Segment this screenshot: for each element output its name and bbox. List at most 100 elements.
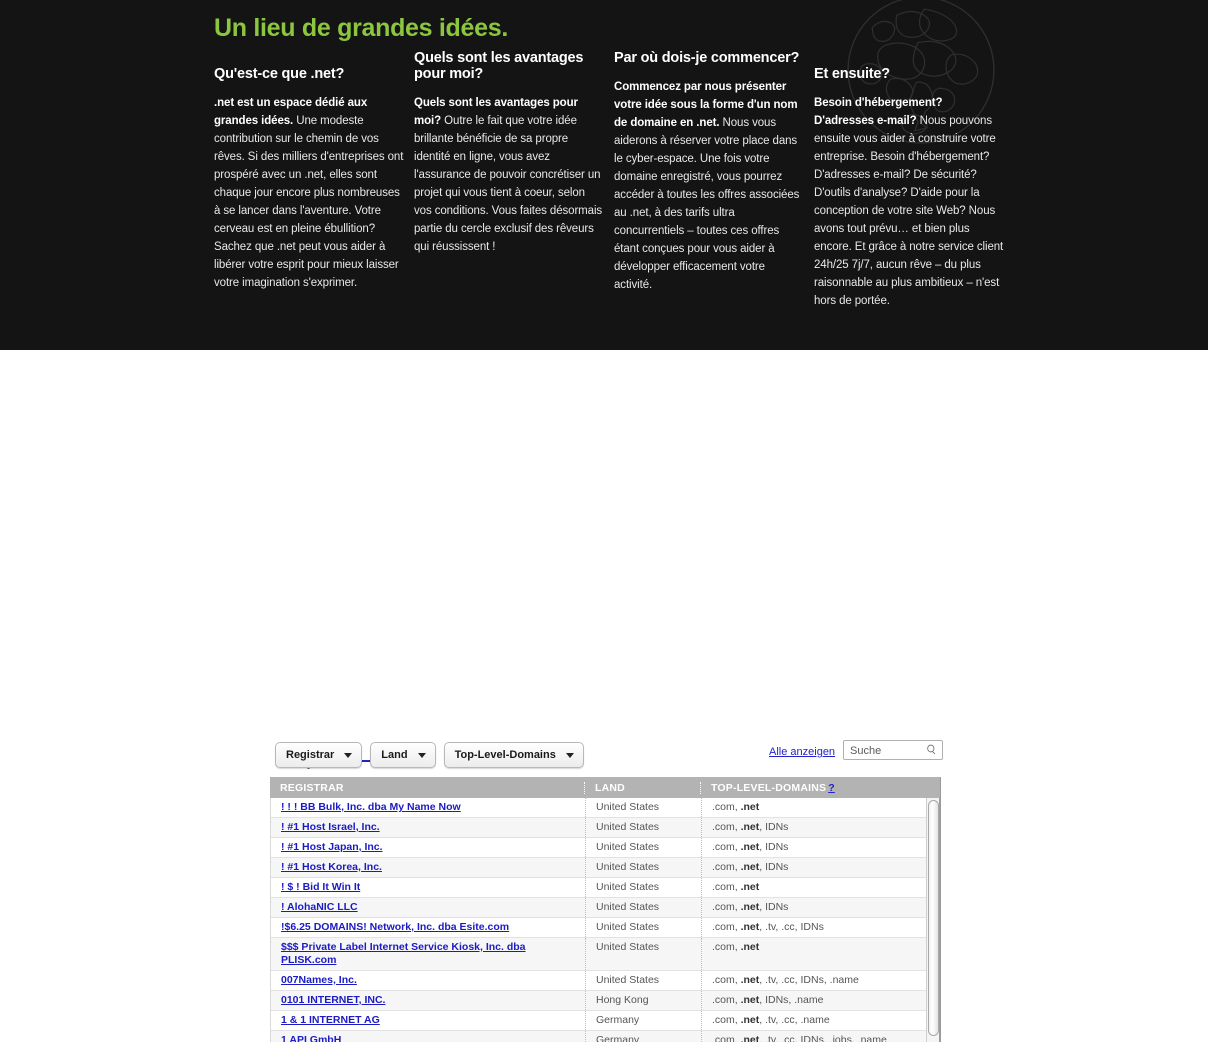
registrar-link[interactable]: ! $ ! Bid It Win It bbox=[281, 881, 360, 893]
column-header-registrar[interactable]: REGISTRAR bbox=[270, 782, 584, 794]
table-row: $$$ Private Label Internet Service Kiosk… bbox=[271, 938, 939, 971]
registrar-link[interactable]: 1 & 1 INTERNET AG bbox=[281, 1014, 380, 1026]
cell-registrar: ! AlohaNIC LLC bbox=[271, 898, 585, 917]
table-row: ! #1 Host Israel, Inc. United States .com,… bbox=[271, 818, 939, 838]
tld-pre: .com, bbox=[712, 1014, 741, 1026]
search-box[interactable] bbox=[843, 740, 943, 760]
registrar-link[interactable]: !$6.25 DOMAINS! Network, Inc. dba Esite.… bbox=[281, 921, 509, 933]
registrar-directory-panel: Drucken Registrar Land Top-Level-Domains… bbox=[0, 350, 1208, 1042]
cell-land: United States bbox=[585, 918, 701, 937]
registrar-link[interactable]: ! #1 Host Korea, Inc. bbox=[281, 861, 382, 873]
cell-tlds: .com, .net, .tv, .cc, .name bbox=[701, 1011, 927, 1030]
tld-net: .net bbox=[740, 821, 760, 833]
hero-title-wrap: Un lieu de grandes idées. bbox=[214, 0, 1014, 43]
scrollbar-thumb[interactable] bbox=[928, 800, 939, 1036]
hero-column-4-heading: Et ensuite? bbox=[814, 66, 890, 82]
hero-column-3-heading: Par où dois-je commencer? bbox=[614, 50, 800, 66]
hero-column-1-body: .net est un espace dédié aux grandes idé… bbox=[214, 94, 404, 292]
magnifier-icon bbox=[927, 744, 936, 755]
tld-net: .net bbox=[740, 994, 760, 1006]
cell-tlds: .com, .net bbox=[701, 878, 927, 897]
cell-tlds: .com, .net, IDNs, .name bbox=[701, 991, 927, 1010]
hero-column-3: Par où dois-je commencer? Commencez par … bbox=[614, 50, 804, 310]
hero-column-1: Qu'est-ce que .net? .net est un espace d… bbox=[214, 50, 404, 310]
hero-column-4: Et ensuite? Besoin d'hébergement? D'adre… bbox=[814, 50, 1004, 310]
cell-land: United States bbox=[585, 838, 701, 857]
cell-land: Germany bbox=[585, 1031, 701, 1042]
cell-land: United States bbox=[585, 878, 701, 897]
table-header-row: REGISTRAR LAND TOP-LEVEL-DOMAINS? bbox=[270, 777, 940, 798]
registrar-link[interactable]: ! #1 Host Japan, Inc. bbox=[281, 841, 383, 853]
cell-land: United States bbox=[585, 898, 701, 917]
tld-pre: .com, bbox=[712, 881, 741, 893]
cell-registrar: ! #1 Host Israel, Inc. bbox=[271, 818, 585, 837]
column-header-tlds-label: TOP-LEVEL-DOMAINS bbox=[711, 781, 827, 794]
filter-registrar-button[interactable]: Registrar bbox=[275, 742, 363, 768]
table-scrollbar[interactable] bbox=[926, 798, 940, 1042]
registrar-link[interactable]: 1 API GmbH bbox=[281, 1034, 341, 1042]
table-row: 007Names, Inc. United States .com, .net, .… bbox=[271, 971, 939, 991]
cell-registrar: 007Names, Inc. bbox=[271, 971, 585, 990]
filter-registrar-label: Registrar bbox=[286, 749, 335, 761]
filter-tlds-label: Top-Level-Domains bbox=[454, 749, 556, 761]
tld-net: .net bbox=[740, 881, 760, 893]
cell-registrar: !$6.25 DOMAINS! Network, Inc. dba Esite.… bbox=[271, 918, 585, 937]
tld-net: .net bbox=[740, 974, 760, 986]
tld-net: .net bbox=[740, 841, 760, 853]
cell-registrar: 1 & 1 INTERNET AG bbox=[271, 1011, 585, 1030]
page-title: Un lieu de grandes idées. bbox=[214, 14, 508, 42]
hero-column-2-text: Outre le fait que votre idée brillante b… bbox=[414, 115, 603, 253]
table-row: 1 API GmbH Germany .com, .net, .tv, .cc, I… bbox=[271, 1031, 939, 1042]
cell-tlds: .com, .net, IDNs bbox=[701, 818, 927, 837]
registrar-link[interactable]: 0101 INTERNET, INC. bbox=[281, 994, 385, 1006]
column-header-land[interactable]: LAND bbox=[584, 781, 700, 794]
search-input[interactable] bbox=[848, 742, 926, 759]
tld-pre: .com, bbox=[712, 974, 741, 986]
tld-pre: .com, bbox=[712, 821, 741, 833]
registrar-link[interactable]: ! AlohaNIC LLC bbox=[281, 901, 358, 913]
registrar-link[interactable]: 007Names, Inc. bbox=[281, 974, 357, 986]
table-row: ! #1 Host Japan, Inc. United States .com, … bbox=[271, 838, 939, 858]
hero-banner: Un lieu de grandes idées. Qu'est-ce que … bbox=[0, 0, 1208, 350]
hero-column-2: Quels sont les avantages pour moi? Quels… bbox=[414, 50, 604, 310]
tld-pre: .com, bbox=[712, 841, 741, 853]
cell-land: United States bbox=[585, 971, 701, 990]
cell-tlds: .com, .net, .tv, .cc, IDNs, .jobs, .name bbox=[701, 1031, 927, 1042]
tld-net: .net bbox=[740, 861, 760, 873]
tld-pre: .com, bbox=[712, 941, 741, 953]
tld-post: , IDNs bbox=[759, 821, 789, 833]
table-row: 0101 INTERNET, INC. Hong Kong .com, .net, … bbox=[271, 991, 939, 1011]
hero-column-3-text: Nous vous aiderons à réserver votre plac… bbox=[614, 117, 800, 291]
registrar-link[interactable]: ! #1 Host Israel, Inc. bbox=[281, 821, 380, 833]
cell-tlds: .com, .net, IDNs bbox=[701, 838, 927, 857]
filter-tlds-button[interactable]: Top-Level-Domains bbox=[443, 742, 584, 768]
hero-column-3-body: Commencez par nous présenter votre idée … bbox=[614, 78, 804, 294]
cell-registrar: 0101 INTERNET, INC. bbox=[271, 991, 585, 1010]
cell-registrar: $$$ Private Label Internet Service Kiosk… bbox=[271, 938, 585, 970]
table-row: ! AlohaNIC LLC United States .com, .net, I… bbox=[271, 898, 939, 918]
column-header-tlds[interactable]: TOP-LEVEL-DOMAINS? bbox=[700, 781, 940, 794]
table-row: 1 & 1 INTERNET AG Germany .com, .net, .tv,… bbox=[271, 1011, 939, 1031]
filter-land-label: Land bbox=[381, 749, 408, 761]
tld-net: .net bbox=[740, 941, 760, 953]
cell-land: United States bbox=[585, 818, 701, 837]
tld-post: , .tv, .cc, .name bbox=[759, 1014, 830, 1026]
filter-toolbar: Registrar Land Top-Level-Domains bbox=[275, 742, 584, 768]
cell-land: United States bbox=[585, 938, 701, 970]
chevron-down-icon bbox=[417, 752, 426, 758]
filter-land-button[interactable]: Land bbox=[370, 742, 436, 768]
table-row: ! ! ! BB Bulk, Inc. dba My Name Now Unite… bbox=[271, 798, 939, 818]
tld-net: .net bbox=[740, 1034, 760, 1042]
table-right-edge bbox=[940, 777, 941, 1042]
tlds-help-link[interactable]: ? bbox=[828, 782, 835, 794]
tld-pre: .com, bbox=[712, 801, 741, 813]
registrar-link[interactable]: $$$ Private Label Internet Service Kiosk… bbox=[281, 941, 526, 966]
tld-net: .net bbox=[740, 901, 760, 913]
tld-post: , IDNs bbox=[759, 861, 789, 873]
cell-land: Hong Kong bbox=[585, 991, 701, 1010]
registrar-link[interactable]: ! ! ! BB Bulk, Inc. dba My Name Now bbox=[281, 801, 461, 813]
cell-registrar: ! #1 Host Japan, Inc. bbox=[271, 838, 585, 857]
show-all-link[interactable]: Alle anzeigen bbox=[769, 746, 835, 758]
hero-column-2-body: Quels sont les avantages pour moi? Outre… bbox=[414, 94, 604, 256]
cell-tlds: .com, .net, .tv, .cc, IDNs, .name bbox=[701, 971, 927, 990]
